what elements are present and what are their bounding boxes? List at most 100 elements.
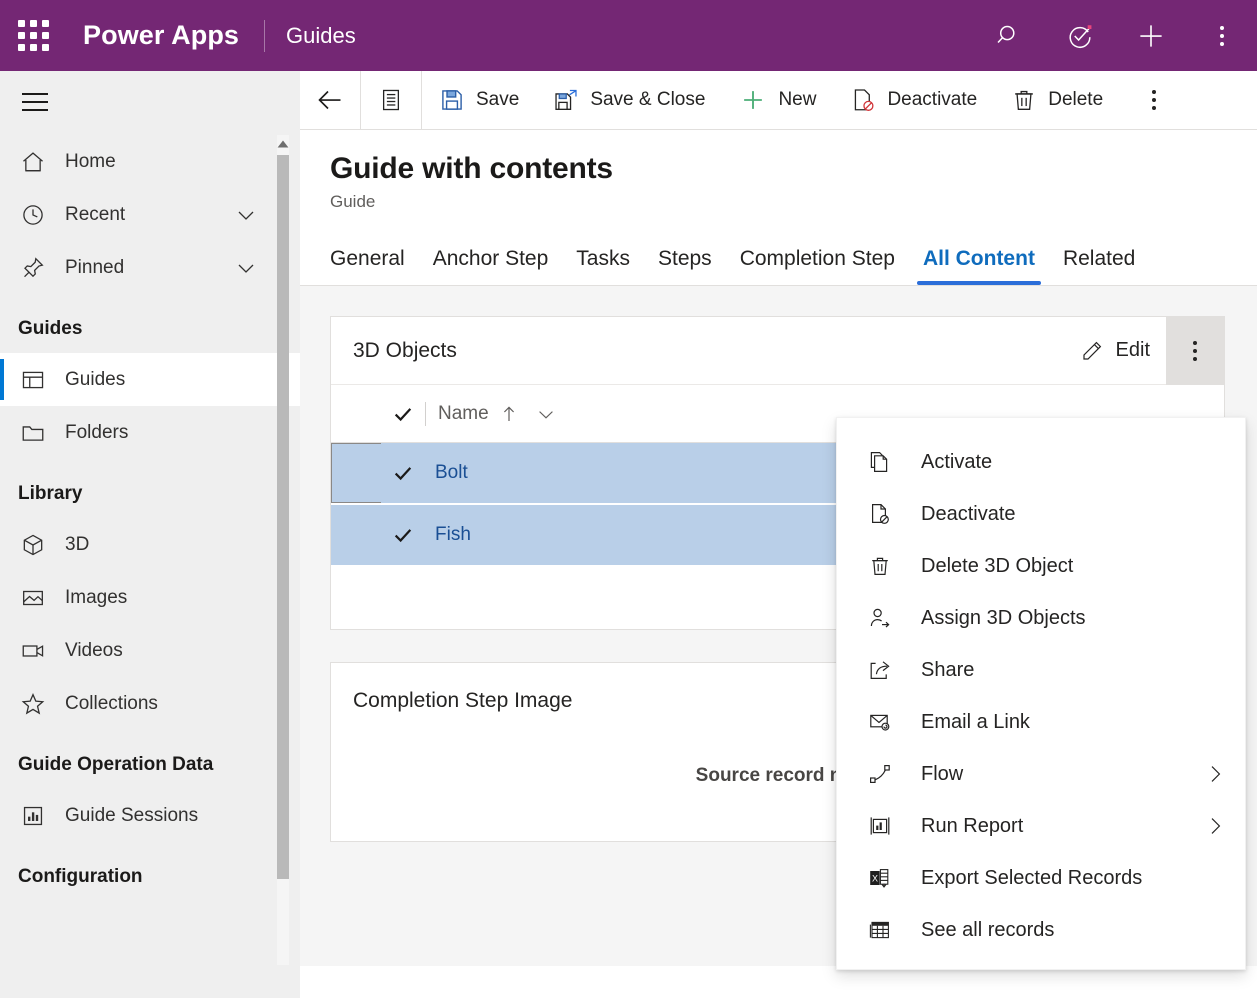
search-button[interactable] <box>973 0 1044 71</box>
tab-anchor-step[interactable]: Anchor Step <box>419 247 563 285</box>
command-overflow-button[interactable] <box>1130 71 1178 130</box>
checkmark-icon <box>392 462 414 484</box>
chevron-down-icon[interactable] <box>535 403 557 425</box>
sidebar-item-label: Home <box>65 150 116 172</box>
menu-item-share[interactable]: Share <box>837 644 1245 696</box>
app-launcher-icon[interactable] <box>9 12 57 60</box>
sidebar-group-guide-operation-data: Guide Operation Data <box>18 754 214 775</box>
app-name[interactable]: Guides <box>286 23 356 49</box>
sidebar-item-3d[interactable]: 3D <box>0 518 300 571</box>
form-selector-icon <box>378 87 404 113</box>
edit-button[interactable]: Edit <box>1064 317 1166 385</box>
command-bar: Save Save & Close New Deactivate Delete <box>300 70 1257 130</box>
sidebar-item-videos[interactable]: Videos <box>0 624 300 677</box>
menu-item-label: Run Report <box>921 814 1024 837</box>
brand-name[interactable]: Power Apps <box>83 20 239 51</box>
guides-icon <box>18 365 48 395</box>
checkmark-icon <box>392 403 414 425</box>
tab-related[interactable]: Related <box>1049 247 1149 285</box>
search-icon <box>995 22 1023 50</box>
sidebar-item-guides[interactable]: Guides <box>0 353 300 406</box>
back-button[interactable] <box>300 71 360 130</box>
deactivate-button[interactable]: Deactivate <box>833 71 994 130</box>
clock-icon <box>18 200 48 230</box>
deactivate-icon <box>850 87 876 113</box>
menu-item-assign-3d-objects[interactable]: Assign 3D Objects <box>837 592 1245 644</box>
row-checkbox[interactable] <box>383 524 423 546</box>
sidebar-item-pinned[interactable]: Pinned <box>0 241 300 294</box>
excel-export-icon: X <box>865 866 895 890</box>
back-arrow-icon <box>315 85 345 115</box>
sidebar-item-recent[interactable]: Recent <box>0 188 300 241</box>
column-header-name[interactable]: Name <box>438 403 489 425</box>
tab-steps[interactable]: Steps <box>644 247 726 285</box>
menu-item-run-report[interactable]: Run Report <box>837 800 1245 852</box>
svg-text:X: X <box>872 873 878 883</box>
top-brand-bar: Power Apps Guides <box>0 0 1257 71</box>
menu-item-see-all-records[interactable]: See all records <box>837 904 1245 956</box>
new-button[interactable] <box>1115 0 1186 71</box>
chart-icon <box>18 801 48 831</box>
sidebar-primary-nav: Home Recent Pinned Guides Guides Folders… <box>0 126 300 901</box>
card-overflow-button[interactable] <box>1166 316 1224 385</box>
sidebar-item-images[interactable]: Images <box>0 571 300 624</box>
tab-all-content[interactable]: All Content <box>909 247 1049 285</box>
menu-item-label: Assign 3D Objects <box>921 606 1086 629</box>
new-button[interactable]: New <box>722 71 833 130</box>
save-button[interactable]: Save <box>422 71 536 130</box>
sidebar-group-library: Library <box>18 483 83 504</box>
form-tabs: General Anchor Step Tasks Steps Completi… <box>300 226 1257 286</box>
assistant-button[interactable] <box>1044 0 1115 71</box>
tab-completion-step[interactable]: Completion Step <box>726 247 909 285</box>
sidebar-item-home[interactable]: Home <box>0 135 300 188</box>
row-checkbox[interactable] <box>383 462 423 484</box>
sidebar-item-folders[interactable]: Folders <box>0 406 300 459</box>
sidebar-item-label: Images <box>65 586 128 608</box>
sidebar-item-label: Guide Sessions <box>65 804 199 826</box>
chevron-down-icon[interactable] <box>234 256 258 280</box>
cube-icon <box>18 530 48 560</box>
menu-item-label: Activate <box>921 450 993 473</box>
tab-tasks[interactable]: Tasks <box>562 247 644 285</box>
form-selector-button[interactable] <box>361 71 421 130</box>
sidebar-scrollbar-thumb[interactable] <box>277 155 289 879</box>
settings-overflow-button[interactable] <box>1186 0 1257 71</box>
home-icon <box>18 147 48 177</box>
row-name-link[interactable]: Bolt <box>435 462 468 484</box>
hamburger-icon[interactable] <box>14 78 62 126</box>
command-label: Deactivate <box>887 89 978 110</box>
card-actions: Edit <box>1064 316 1224 385</box>
sidebar-item-guide-sessions[interactable]: Guide Sessions <box>0 789 300 842</box>
menu-item-label: Export Selected Records <box>921 866 1143 889</box>
sidebar-item-collections[interactable]: Collections <box>0 677 300 730</box>
sidebar-group-configuration: Configuration <box>18 866 143 887</box>
save-icon <box>439 87 465 113</box>
brand-divider <box>264 19 266 52</box>
kebab-icon <box>1193 340 1197 361</box>
save-and-close-button[interactable]: Save & Close <box>536 71 722 130</box>
delete-button[interactable]: Delete <box>994 71 1120 130</box>
menu-item-export-selected-records[interactable]: X Export Selected Records <box>837 852 1245 904</box>
sort-ascending-arrow-icon <box>501 405 517 423</box>
deactivate-icon <box>865 502 895 526</box>
sidebar-item-label: Pinned <box>65 256 125 278</box>
trash-icon <box>865 554 895 578</box>
menu-item-label: See all records <box>921 918 1055 941</box>
menu-item-deactivate[interactable]: Deactivate <box>837 488 1245 540</box>
sidebar-item-label: Guides <box>65 368 126 390</box>
menu-item-delete-3d-object[interactable]: Delete 3D Object <box>837 540 1245 592</box>
flow-icon <box>865 762 895 786</box>
share-icon <box>865 658 895 682</box>
select-all-checkbox[interactable] <box>383 403 423 425</box>
assistant-icon <box>1066 22 1094 50</box>
plus-icon <box>1136 21 1166 51</box>
menu-item-flow[interactable]: Flow <box>837 748 1245 800</box>
chevron-down-icon[interactable] <box>234 203 258 227</box>
menu-item-email-a-link[interactable]: Email a Link <box>837 696 1245 748</box>
menu-item-label: Share <box>921 658 975 681</box>
row-name-link[interactable]: Fish <box>435 524 471 546</box>
scroll-up-arrow-icon[interactable] <box>275 135 291 153</box>
tab-general[interactable]: General <box>330 247 419 285</box>
menu-item-activate[interactable]: Activate <box>837 436 1245 488</box>
sidebar-item-label: Videos <box>65 639 123 661</box>
